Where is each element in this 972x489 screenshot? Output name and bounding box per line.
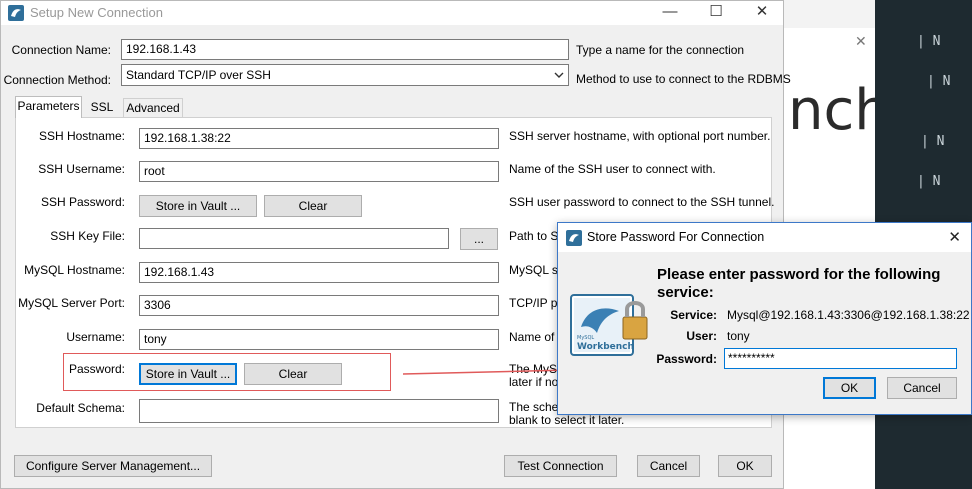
ssh-key-file-label: SSH Key File: [50, 229, 125, 243]
connection-method-hint: Method to use to connect to the RDBMS [576, 72, 791, 86]
mysql-hostname-label: MySQL Hostname: [24, 263, 125, 277]
user-label: User: [686, 329, 717, 343]
workbench-titlebar [784, 0, 875, 28]
username-input[interactable]: tony [139, 329, 499, 350]
username-label: Username: [66, 330, 125, 344]
mysql-port-input[interactable]: 3306 [139, 295, 499, 316]
dialog-title: Store Password For Connection [587, 230, 765, 244]
mysql-hostname-input[interactable]: 192.168.1.43 [139, 262, 499, 283]
ssh-hostname-input[interactable]: 192.168.1.38:22 [139, 128, 499, 149]
configure-server-management-button[interactable]: Configure Server Management... [14, 455, 212, 477]
dialog-heading: Please enter password for the following … [657, 266, 941, 301]
ssh-hostname-label: SSH Hostname: [38, 129, 125, 143]
ssh-username-hint: Name of the SSH user to connect with. [509, 162, 716, 176]
connection-name-input[interactable]: 192.168.1.43 [121, 39, 569, 60]
ssh-clear-password-button[interactable]: Clear [264, 195, 362, 217]
minimize-button[interactable]: — [647, 1, 693, 25]
test-connection-button[interactable]: Test Connection [504, 455, 617, 477]
ssh-key-file-input[interactable] [139, 228, 449, 249]
maximize-button[interactable]: ☐ [693, 1, 739, 25]
dialog-titlebar: Store Password For Connection ✕ [558, 223, 971, 252]
default-schema-label: Default Schema: [36, 401, 125, 415]
ssh-hostname-hint: SSH server hostname, with optional port … [509, 129, 771, 143]
workbench-close-icon[interactable]: ✕ [855, 33, 867, 50]
service-label: Service: [670, 308, 717, 322]
workbench-logo: MySQL Workbench [570, 294, 648, 356]
mysql-port-label: MySQL Server Port: [18, 296, 125, 310]
browse-key-file-button[interactable]: ... [460, 228, 498, 250]
dialog-close-button[interactable]: ✕ [948, 228, 961, 246]
connection-method-select[interactable]: Standard TCP/IP over SSH [121, 64, 569, 86]
window-titlebar: Setup New Connection — ☐ ✕ [1, 1, 783, 25]
username-hint: Name of t [509, 330, 562, 344]
ssh-password-hint: SSH user password to connect to the SSH … [509, 195, 775, 209]
service-value: Mysql@192.168.1.43:3306@192.168.1.38:22 [727, 308, 970, 322]
side-label: | N [921, 134, 945, 149]
dialog-ok-button[interactable]: OK [823, 377, 876, 399]
tab-advanced[interactable]: Advanced [123, 98, 183, 118]
user-value: tony [727, 329, 750, 343]
password-label: Password: [656, 352, 717, 366]
store-in-vault-button[interactable]: Store in Vault ... [139, 363, 237, 385]
side-label: | N [917, 174, 941, 189]
mysql-port-hint: TCP/IP po [509, 296, 565, 310]
ssh-username-label: SSH Username: [38, 162, 125, 176]
logo-text-small: MySQL [577, 335, 594, 341]
connection-name-hint: Type a name for the connection [576, 43, 745, 57]
logo-text: Workbench [577, 342, 634, 352]
default-schema-hint-line2: blank to select it later. [509, 413, 625, 427]
window-title: Setup New Connection [30, 5, 163, 20]
default-schema-input[interactable] [139, 399, 499, 423]
close-button[interactable]: ✕ [739, 1, 785, 25]
ssh-password-label: SSH Password: [40, 195, 125, 209]
side-label: | N [927, 74, 951, 89]
password-input[interactable]: ********** [724, 348, 957, 369]
ok-button[interactable]: OK [718, 455, 772, 477]
ssh-store-in-vault-button[interactable]: Store in Vault ... [139, 195, 257, 217]
ssh-username-input[interactable]: root [139, 161, 499, 182]
chevron-down-icon [554, 72, 564, 78]
clear-password-button[interactable]: Clear [244, 363, 342, 385]
password-label: Password: [68, 362, 125, 376]
side-label: | N [917, 34, 941, 49]
mysql-workbench-icon [8, 5, 24, 21]
cancel-button[interactable]: Cancel [637, 455, 700, 477]
store-password-dialog: Store Password For Connection ✕ MySQL Wo… [557, 222, 972, 415]
connection-name-label: Connection Name: [11, 43, 111, 57]
connection-method-label: Connection Method: [3, 73, 111, 87]
tab-parameters[interactable]: Parameters [15, 96, 82, 118]
dialog-cancel-button[interactable]: Cancel [887, 377, 957, 399]
mysql-workbench-icon [566, 230, 582, 246]
connection-method-value: Standard TCP/IP over SSH [126, 68, 271, 82]
tab-ssl[interactable]: SSL [81, 98, 123, 118]
